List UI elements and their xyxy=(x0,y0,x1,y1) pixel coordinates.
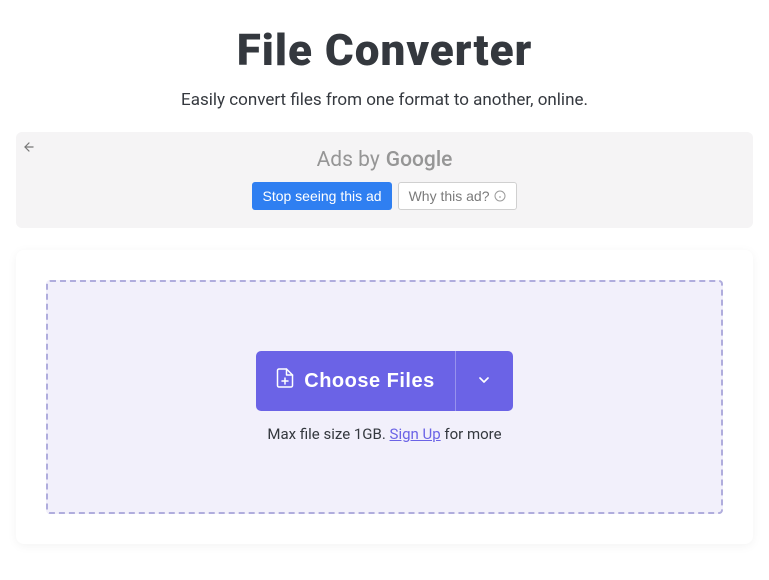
info-icon xyxy=(494,190,506,202)
filesize-prefix: Max file size 1GB. xyxy=(267,425,389,443)
google-brand: Google xyxy=(386,148,453,172)
choose-files-row: Choose Files xyxy=(256,351,512,411)
why-this-ad-label: Why this ad? xyxy=(409,188,490,204)
stop-seeing-ad-button[interactable]: Stop seeing this ad xyxy=(252,182,391,210)
choose-files-dropdown-button[interactable] xyxy=(455,351,513,411)
file-dropzone[interactable]: Choose Files Max file size 1GB. Sign Up … xyxy=(46,280,723,514)
main-panel: Choose Files Max file size 1GB. Sign Up … xyxy=(16,250,753,544)
ad-container: Ads by Google Stop seeing this ad Why th… xyxy=(16,132,753,228)
page-subtitle: Easily convert files from one format to … xyxy=(0,90,769,110)
chevron-down-icon xyxy=(476,372,492,391)
page-title: File Converter xyxy=(0,24,769,76)
signup-link[interactable]: Sign Up xyxy=(390,425,441,443)
file-add-icon xyxy=(276,367,294,395)
ads-by-google-label: Ads by Google xyxy=(16,148,753,172)
back-arrow-icon[interactable] xyxy=(22,140,36,158)
choose-files-label: Choose Files xyxy=(304,370,434,393)
why-this-ad-button[interactable]: Why this ad? xyxy=(398,182,517,210)
page-header: File Converter Easily convert files from… xyxy=(0,0,769,110)
choose-files-button[interactable]: Choose Files xyxy=(256,351,454,411)
filesize-suffix: for more xyxy=(441,425,502,443)
ads-by-prefix: Ads by xyxy=(317,148,380,172)
ad-buttons-row: Stop seeing this ad Why this ad? xyxy=(16,182,753,210)
filesize-info: Max file size 1GB. Sign Up for more xyxy=(267,425,501,443)
